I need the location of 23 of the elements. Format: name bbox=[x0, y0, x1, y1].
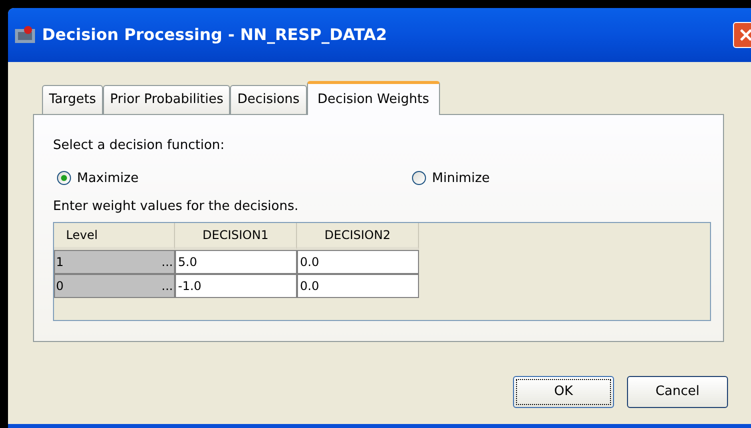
radio-option[interactable]: Maximize bbox=[57, 168, 412, 188]
close-icon bbox=[739, 28, 751, 42]
tab[interactable]: Prior Probabilities bbox=[103, 85, 230, 114]
dialog-button[interactable]: Cancel bbox=[627, 376, 728, 408]
app-icon bbox=[14, 25, 36, 45]
table-cell[interactable]: 0 ... bbox=[54, 274, 175, 298]
ellipsis-button[interactable]: ... bbox=[162, 252, 173, 270]
prompt-text: Select a decision function: bbox=[53, 137, 226, 155]
radio-option[interactable]: Minimize bbox=[412, 168, 490, 188]
tab[interactable]: Decisions bbox=[230, 85, 307, 114]
table-cell[interactable]: 0.0 bbox=[297, 250, 419, 274]
level-text: 1 bbox=[56, 254, 64, 270]
instruction-text: Enter weight values for the decisions. bbox=[53, 198, 300, 216]
table-cell[interactable]: 5.0 bbox=[175, 250, 297, 274]
table-cell[interactable]: 0.0 bbox=[297, 274, 419, 298]
window-title: Decision Processing - NN_RESP_DATA2 bbox=[42, 24, 388, 46]
level-text: 0 bbox=[56, 278, 64, 294]
tab[interactable]: Targets bbox=[42, 85, 103, 114]
ellipsis-button[interactable]: ... bbox=[162, 276, 173, 294]
table-cell[interactable]: 1 ... bbox=[54, 250, 175, 274]
tab[interactable]: Decision Weights bbox=[306, 81, 440, 115]
dialog-button[interactable]: OK bbox=[513, 376, 614, 408]
table-cell[interactable]: -1.0 bbox=[175, 274, 297, 298]
